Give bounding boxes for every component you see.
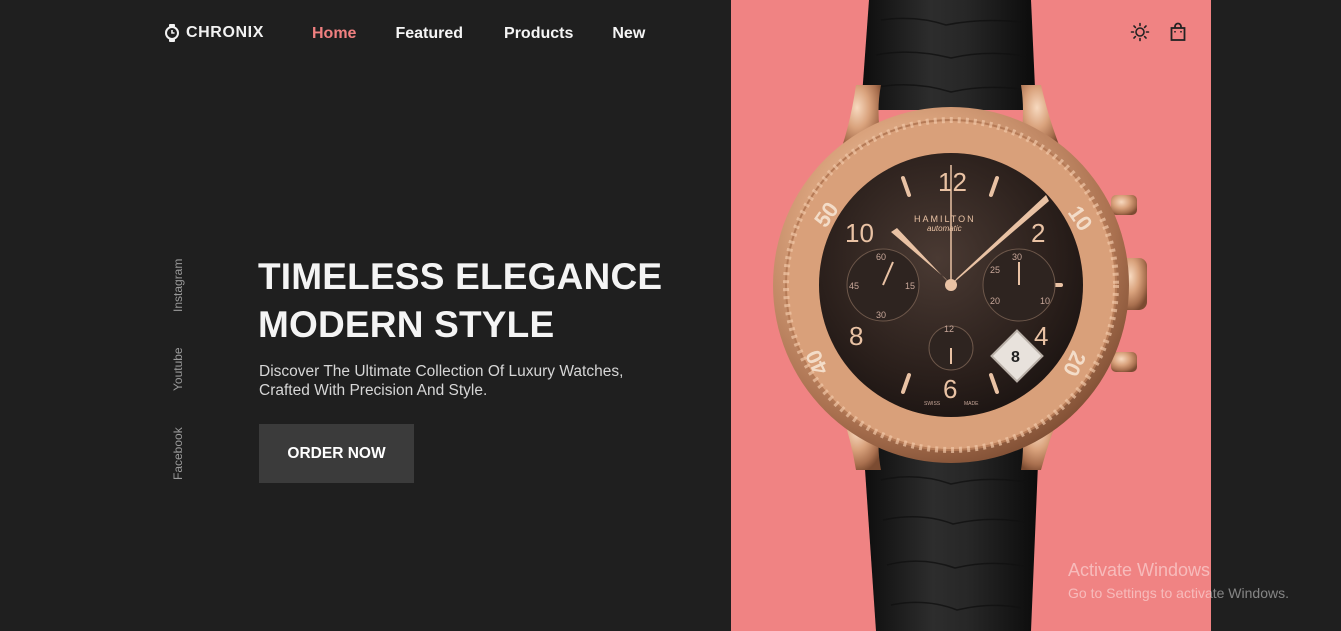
dial-number: 2 — [1031, 218, 1045, 248]
dial-number: 10 — [845, 218, 874, 248]
watch-logo-icon — [165, 24, 179, 42]
header-icons — [1130, 22, 1188, 42]
social-youtube[interactable]: Youtube — [171, 347, 185, 391]
dial-brand-text: HAMILTON — [914, 214, 976, 224]
subdial-right-number: 25 — [990, 265, 1000, 275]
subdial-left-number: 60 — [876, 252, 886, 262]
subdial-left-number: 30 — [876, 310, 886, 320]
nav-products[interactable]: Products — [504, 25, 573, 43]
subdial-left-number: 45 — [849, 281, 859, 291]
dial-number: 12 — [938, 167, 967, 197]
shopping-bag-icon[interactable] — [1168, 22, 1188, 42]
social-links: Instagram Youtube Facebook — [171, 250, 191, 485]
dial-bottom-text: MADE — [964, 401, 979, 407]
main-nav: Home Featured Products New — [312, 25, 645, 43]
hero-title-line: TIMELESS ELEGANCE — [258, 256, 663, 297]
product-panel: 10 20 40 50 12 2 4 6 8 10 HAMILTON autom… — [731, 0, 1211, 631]
date-window: 8 — [1011, 349, 1020, 366]
order-now-button[interactable]: ORDER NOW — [259, 424, 414, 483]
subdial-right-number: 20 — [990, 296, 1000, 306]
subdial-right-number: 10 — [1040, 296, 1050, 306]
subdial-right-number: 30 — [1012, 252, 1022, 262]
sun-icon[interactable] — [1130, 22, 1150, 42]
dial-number: 8 — [849, 321, 863, 351]
hero-subtitle-line: Discover The Ultimate Collection Of Luxu… — [259, 363, 624, 380]
dial-number: 6 — [943, 374, 957, 404]
hero-subtitle-line: Crafted With Precision And Style. — [259, 382, 488, 399]
hero-title-line: MODERN STYLE — [258, 304, 555, 345]
brand-name: CHRONIX — [186, 24, 264, 41]
activate-windows-watermark: Activate Windows Go to Settings to activ… — [1068, 560, 1289, 601]
dial-bottom-text: SWISS — [924, 401, 941, 407]
hero-title: TIMELESS ELEGANCE MODERN STYLE — [258, 253, 662, 349]
subdial-bottom-number: 12 — [944, 324, 954, 334]
social-facebook[interactable]: Facebook — [171, 427, 185, 480]
watermark-title: Activate Windows — [1068, 560, 1211, 580]
nav-featured[interactable]: Featured — [395, 25, 463, 43]
nav-home[interactable]: Home — [312, 25, 356, 43]
watch-image: 10 20 40 50 12 2 4 6 8 10 HAMILTON autom… — [773, 0, 1147, 631]
nav-new[interactable]: New — [612, 25, 645, 43]
brand-logo[interactable]: CHRONIX — [164, 24, 264, 42]
dial-number: 4 — [1034, 321, 1048, 351]
social-instagram[interactable]: Instagram — [171, 259, 185, 312]
dial-model-text: automatic — [927, 224, 962, 233]
subdial-left-number: 15 — [905, 281, 915, 291]
hero-subtitle: Discover The Ultimate Collection Of Luxu… — [259, 362, 623, 400]
watermark-subtitle: Go to Settings to activate Windows. — [1068, 585, 1289, 601]
